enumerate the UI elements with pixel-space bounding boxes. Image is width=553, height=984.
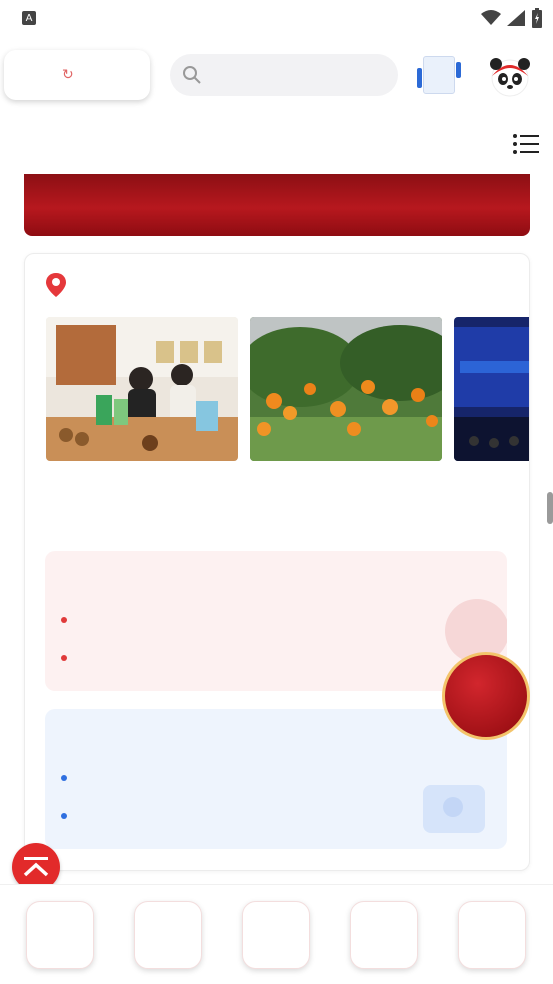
app-header: ↻: [0, 48, 553, 104]
scrollbar-thumb[interactable]: [547, 492, 553, 524]
nav-work-assistant[interactable]: [134, 901, 202, 969]
epaper-button[interactable]: [417, 54, 461, 96]
search-icon: [183, 66, 201, 84]
news-card[interactable]: [250, 317, 442, 523]
news-caption: [46, 471, 238, 523]
city-county-card: [24, 253, 530, 871]
news-thumbnail: [46, 317, 238, 461]
news-caption: [454, 471, 529, 523]
channel-menu-icon[interactable]: [513, 134, 539, 154]
news-thumbnail: [250, 317, 442, 461]
news-caption: [250, 471, 442, 523]
local-hot-list: [45, 551, 507, 691]
notification-a-icon: A: [22, 11, 36, 25]
local-inquiry-list: [45, 709, 507, 849]
signal-icon: [507, 10, 525, 26]
chevron-up-icon: [23, 857, 49, 877]
news-card[interactable]: [454, 317, 529, 523]
topic-banner[interactable]: [24, 174, 530, 236]
status-bar: A: [0, 0, 553, 36]
nav-news-selection[interactable]: [242, 901, 310, 969]
media-group-switch[interactable]: ↻: [4, 50, 150, 100]
bottom-nav: [0, 884, 553, 984]
location-pin-icon: [46, 273, 66, 297]
wifi-icon: [481, 10, 501, 25]
news-thumbnail: [454, 317, 529, 461]
nav-comfortable-life[interactable]: [458, 901, 526, 969]
epaper-label: [423, 56, 455, 94]
news-carousel: [46, 317, 529, 532]
inquiry-list-item[interactable]: [61, 759, 487, 797]
news-card[interactable]: [46, 317, 238, 523]
nav-sichuan-provincial[interactable]: [26, 901, 94, 969]
hot-list-item[interactable]: [61, 601, 487, 639]
hot-list-item[interactable]: [61, 639, 487, 677]
campaign-float-badge[interactable]: [442, 652, 530, 740]
search-bar[interactable]: [170, 54, 398, 96]
battery-icon: [532, 8, 542, 28]
channel-tabs: [0, 124, 553, 164]
user-avatar-panda-icon[interactable]: [488, 54, 532, 98]
nav-inquiry-services[interactable]: [350, 901, 418, 969]
inquiry-list-item[interactable]: [61, 797, 487, 835]
switch-icon: ↻: [62, 67, 74, 83]
section-header: [45, 270, 509, 300]
